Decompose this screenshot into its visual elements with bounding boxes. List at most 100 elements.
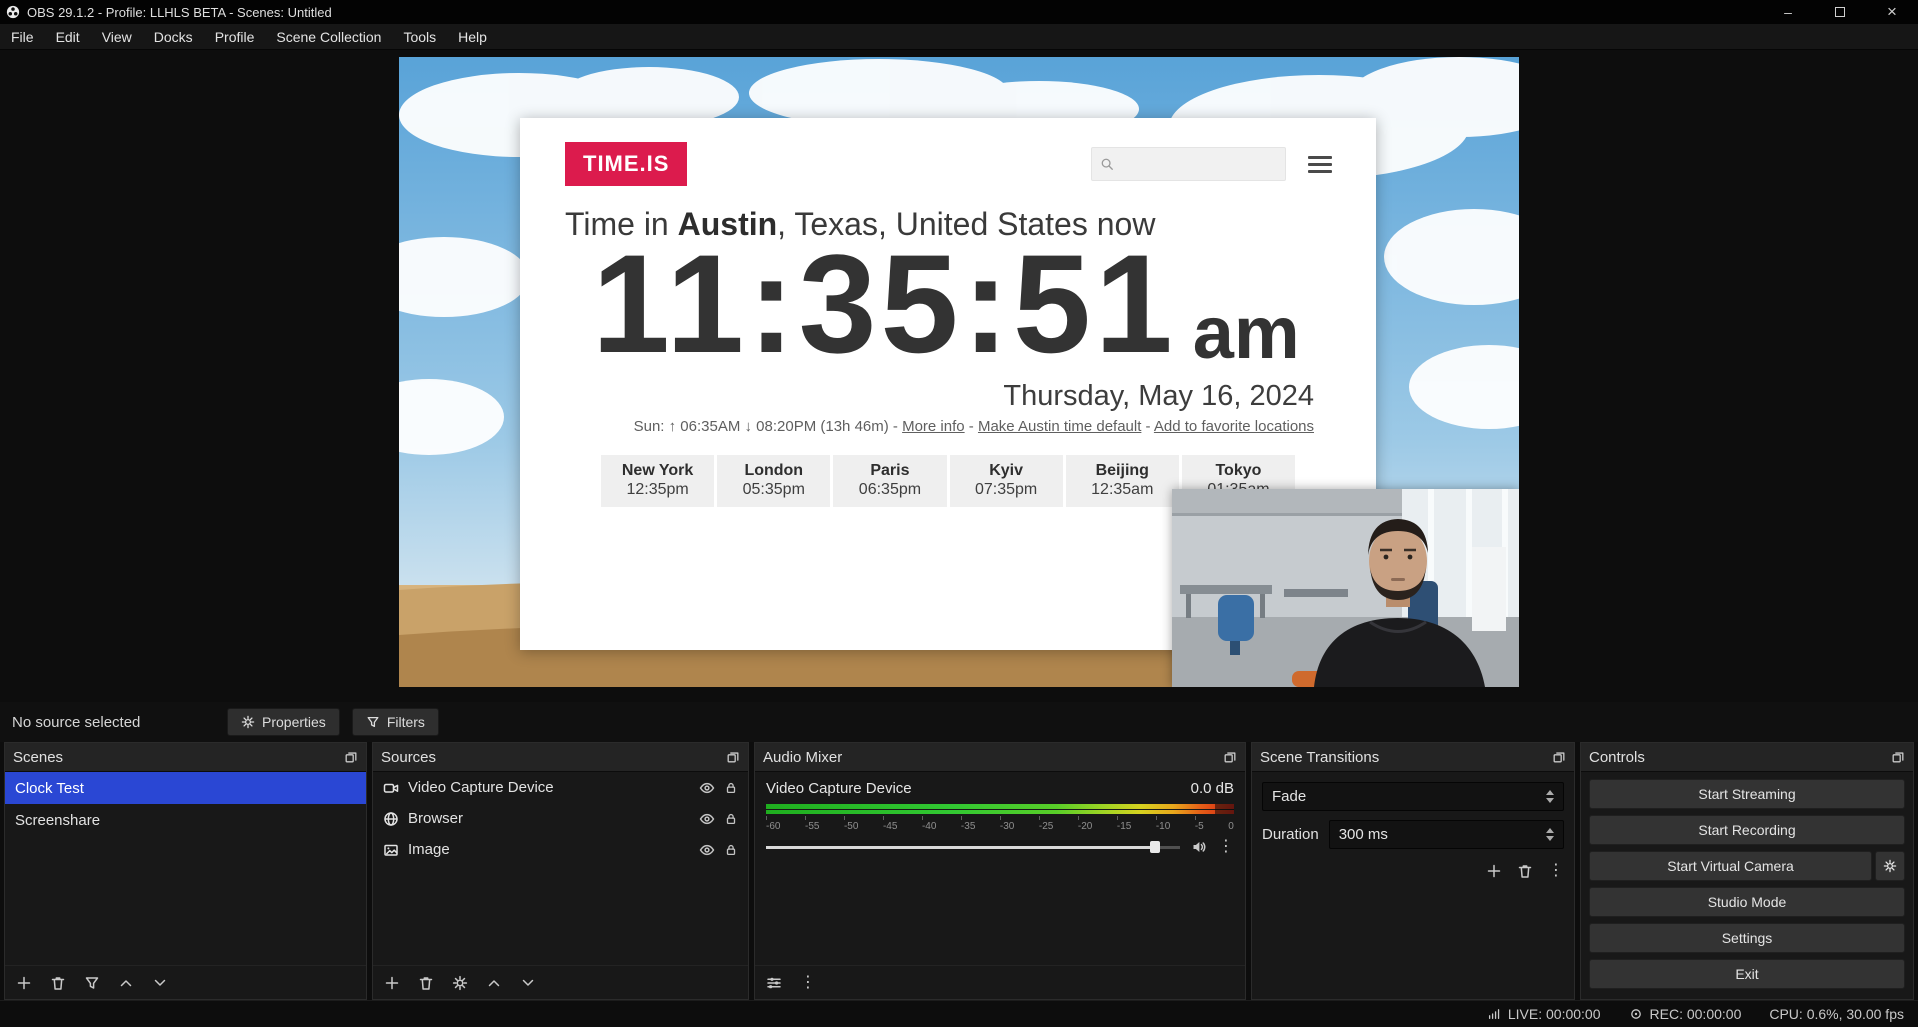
advanced-audio-button[interactable] — [766, 975, 782, 991]
spinner-arrows — [1543, 828, 1557, 841]
menu-edit[interactable]: Edit — [45, 24, 91, 49]
scene-transitions-panel: Scene Transitions Fade Duration 300 ms — [1251, 742, 1575, 1000]
audio-mixer-title: Audio Mixer — [763, 749, 1223, 766]
volume-slider[interactable] — [766, 840, 1180, 854]
menu-profile[interactable]: Profile — [204, 24, 266, 49]
minimize-button[interactable]: – — [1762, 0, 1814, 24]
obs-window: OBS 29.1.2 - Profile: LLHLS BETA - Scene… — [0, 0, 1918, 1027]
plus-icon — [16, 975, 32, 991]
preview-canvas[interactable]: TIME.IS Time in Austin, Texas, United St… — [399, 57, 1519, 687]
transitions-popout-button[interactable] — [1552, 750, 1566, 764]
volume-row: ⋮ — [766, 839, 1234, 855]
meter-bar-right — [766, 810, 1234, 814]
scene-item-screenshare[interactable]: Screenshare — [5, 804, 366, 836]
lock-button[interactable] — [724, 812, 738, 826]
lock-button[interactable] — [724, 843, 738, 857]
chevron-down-icon[interactable] — [1546, 798, 1554, 803]
signal-icon — [1487, 1007, 1501, 1021]
exit-button[interactable]: Exit — [1589, 959, 1905, 989]
settings-button[interactable]: Settings — [1589, 923, 1905, 953]
titlebar: OBS 29.1.2 - Profile: LLHLS BETA - Scene… — [0, 0, 1918, 24]
timeis-logo: TIME.IS — [565, 142, 687, 186]
transition-options-button[interactable]: ⋮ — [1548, 863, 1564, 879]
transitions-header: Scene Transitions — [1252, 743, 1574, 772]
source-item-video-capture[interactable]: Video Capture Device — [373, 772, 748, 803]
chevron-down-icon[interactable] — [1546, 836, 1554, 841]
camera-icon — [383, 780, 399, 796]
webcam-video-frame — [1172, 489, 1519, 687]
move-scene-up-button[interactable] — [118, 975, 134, 991]
menu-tools[interactable]: Tools — [392, 24, 447, 49]
source-properties-button[interactable] — [452, 975, 468, 991]
menu-view[interactable]: View — [91, 24, 143, 49]
scene-filters-button[interactable] — [84, 975, 100, 991]
city-name: Paris — [833, 462, 946, 480]
scenes-popout-button[interactable] — [344, 750, 358, 764]
scene-item-clock-test[interactable]: Clock Test — [5, 772, 366, 804]
remove-transition-button[interactable] — [1517, 863, 1533, 879]
visibility-eye-button[interactable] — [699, 842, 715, 858]
controls-body: Start Streaming Start Recording Start Vi… — [1581, 772, 1913, 999]
transition-dropdown[interactable]: Fade — [1262, 782, 1564, 811]
sources-popout-button[interactable] — [726, 750, 740, 764]
search-icon — [1100, 157, 1114, 171]
close-button[interactable]: × — [1866, 0, 1918, 24]
remove-source-button[interactable] — [418, 975, 434, 991]
slider-handle[interactable] — [1150, 841, 1160, 853]
filters-button[interactable]: Filters — [352, 708, 439, 736]
maximize-button[interactable] — [1814, 0, 1866, 24]
duration-spinner[interactable]: 300 ms — [1329, 820, 1564, 849]
add-transition-button[interactable] — [1486, 863, 1502, 879]
mute-button[interactable] — [1191, 839, 1207, 855]
lock-icon — [724, 812, 738, 826]
start-recording-button[interactable]: Start Recording — [1589, 815, 1905, 845]
chevron-up-icon[interactable] — [1546, 790, 1554, 795]
webcam-source[interactable] — [1172, 489, 1519, 687]
start-streaming-button[interactable]: Start Streaming — [1589, 779, 1905, 809]
controls-title: Controls — [1589, 749, 1891, 766]
docks: Scenes Clock Test Screenshare Sources — [0, 742, 1918, 1000]
source-status-text: No source selected — [12, 714, 227, 731]
remove-scene-button[interactable] — [50, 975, 66, 991]
properties-button[interactable]: Properties — [227, 708, 340, 736]
move-scene-down-button[interactable] — [152, 975, 168, 991]
menu-help[interactable]: Help — [447, 24, 498, 49]
virtual-camera-row: Start Virtual Camera — [1589, 851, 1905, 881]
visibility-eye-button[interactable] — [699, 811, 715, 827]
add-source-button[interactable] — [384, 975, 400, 991]
source-item-image[interactable]: Image — [373, 834, 748, 865]
lock-icon — [724, 843, 738, 857]
clock-time: 11:35:51 — [592, 247, 1177, 362]
eye-icon — [699, 811, 715, 827]
mixer-popout-button[interactable] — [1223, 750, 1237, 764]
lock-button[interactable] — [724, 781, 738, 795]
channel-options-button[interactable]: ⋮ — [1218, 839, 1234, 855]
rec-status: REC: 00:00:00 — [1629, 1006, 1742, 1022]
start-virtual-camera-button[interactable]: Start Virtual Camera — [1589, 851, 1872, 881]
timeis-sun-line: Sun: ↑ 06:35AM ↓ 08:20PM (13h 46m) - Mor… — [520, 418, 1314, 435]
controls-popout-button[interactable] — [1891, 750, 1905, 764]
add-scene-button[interactable] — [16, 975, 32, 991]
source-item-browser[interactable]: Browser — [373, 803, 748, 834]
studio-mode-button[interactable]: Studio Mode — [1589, 887, 1905, 917]
city-cell: London05:35pm — [717, 455, 830, 507]
menu-file[interactable]: File — [0, 24, 45, 49]
menu-docks[interactable]: Docks — [143, 24, 204, 49]
visibility-eye-button[interactable] — [699, 780, 715, 796]
status-bar: LIVE: 00:00:00 REC: 00:00:00 CPU: 0.6%, … — [0, 1000, 1918, 1026]
chevron-up-icon[interactable] — [1546, 828, 1554, 833]
move-source-up-button[interactable] — [486, 975, 502, 991]
dropdown-arrows — [1543, 790, 1557, 803]
timeis-date: Thursday, May 16, 2024 — [520, 380, 1314, 413]
virtual-camera-settings-button[interactable] — [1875, 851, 1905, 881]
menu-scene-collection[interactable]: Scene Collection — [265, 24, 392, 49]
city-name: Kyiv — [950, 462, 1063, 480]
window-title: OBS 29.1.2 - Profile: LLHLS BETA - Scene… — [27, 5, 332, 20]
audio-mixer-panel: Audio Mixer Video Capture Device 0.0 dB … — [754, 742, 1246, 1000]
plus-icon — [384, 975, 400, 991]
speaker-icon — [1191, 839, 1207, 855]
mixer-options-button[interactable]: ⋮ — [800, 975, 816, 991]
preview-area: TIME.IS Time in Austin, Texas, United St… — [0, 50, 1918, 702]
controls-header: Controls — [1581, 743, 1913, 772]
move-source-down-button[interactable] — [520, 975, 536, 991]
